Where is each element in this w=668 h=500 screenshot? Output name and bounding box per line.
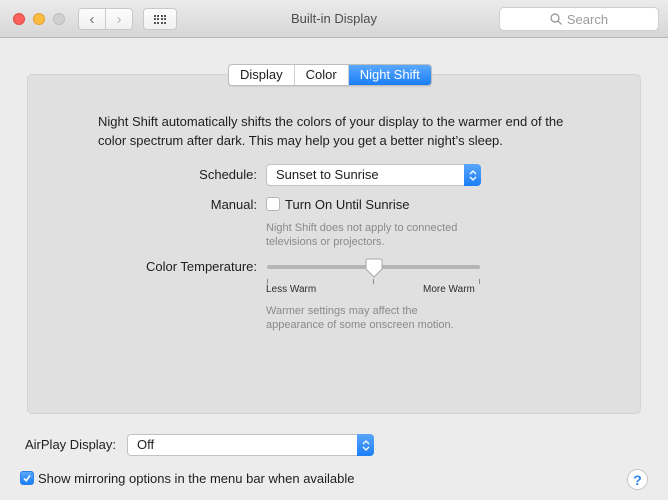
color-temperature-label: Color Temperature: bbox=[145, 259, 257, 274]
manual-hint: Night Shift does not apply to connected … bbox=[266, 221, 457, 249]
airplay-select[interactable]: Off bbox=[127, 434, 374, 456]
help-button[interactable]: ? bbox=[627, 469, 648, 490]
manual-label: Manual: bbox=[210, 197, 257, 212]
tab-bar: Display Color Night Shift bbox=[228, 64, 432, 86]
airplay-label: AirPlay Display: bbox=[25, 437, 117, 452]
slider-thumb[interactable] bbox=[365, 258, 383, 278]
description-line: color spectrum after dark. This may help… bbox=[98, 133, 503, 148]
search-field[interactable]: Search bbox=[499, 7, 659, 31]
description-line: Night Shift automatically shifts the col… bbox=[98, 114, 564, 129]
tab-night-shift[interactable]: Night Shift bbox=[348, 65, 431, 85]
tab-color[interactable]: Color bbox=[295, 65, 349, 85]
hint-line: Night Shift does not apply to connected bbox=[266, 222, 458, 234]
checkmark-icon bbox=[23, 475, 31, 483]
select-stepper-icon bbox=[357, 434, 374, 456]
slider-tick bbox=[373, 279, 374, 284]
schedule-value: Sunset to Sunrise bbox=[276, 167, 379, 182]
tab-display[interactable]: Display bbox=[229, 65, 295, 85]
slider-tick bbox=[479, 279, 480, 284]
night-shift-description: Night Shift automatically shifts the col… bbox=[98, 112, 618, 150]
temperature-hint: Warmer settings may affect the appearanc… bbox=[266, 304, 454, 332]
title-bar: ‹ › Built-in Display Search bbox=[0, 0, 668, 38]
hint-line: Warmer settings may affect the bbox=[266, 305, 418, 317]
search-icon bbox=[550, 13, 562, 25]
search-placeholder: Search bbox=[566, 11, 609, 27]
mirroring-checkbox[interactable] bbox=[20, 471, 34, 485]
schedule-select[interactable]: Sunset to Sunrise bbox=[266, 164, 481, 186]
hint-line: televisions or projectors. bbox=[266, 236, 385, 248]
less-warm-label: Less Warm bbox=[266, 284, 317, 295]
schedule-label: Schedule: bbox=[199, 167, 257, 182]
help-icon: ? bbox=[633, 471, 642, 488]
airplay-value: Off bbox=[137, 437, 155, 452]
manual-checkbox-label[interactable]: Turn On Until Sunrise bbox=[285, 197, 410, 212]
select-stepper-icon bbox=[464, 164, 481, 186]
mirroring-checkbox-label[interactable]: Show mirroring options in the menu bar w… bbox=[38, 471, 355, 486]
manual-checkbox[interactable] bbox=[266, 197, 280, 211]
more-warm-label: More Warm bbox=[423, 284, 475, 295]
hint-line: appearance of some onscreen motion. bbox=[266, 319, 454, 331]
